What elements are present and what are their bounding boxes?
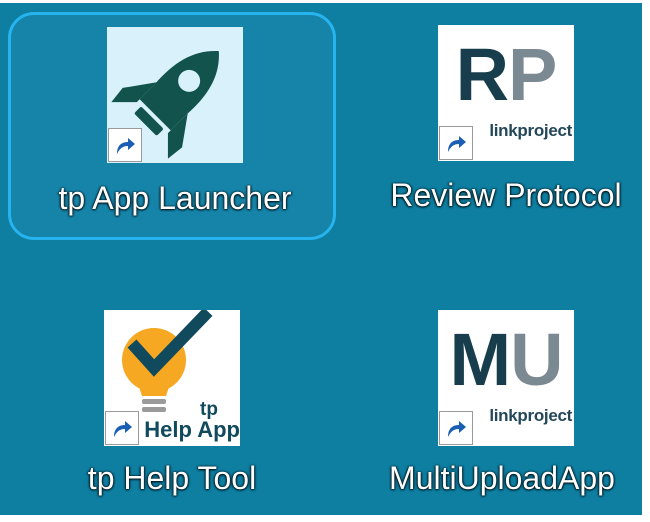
shortcut-arrow-icon [439,411,473,445]
shortcut-label: tp Help Tool [87,460,257,496]
brand-text: linkproject [489,121,572,140]
shortcut-tp-app-launcher[interactable]: tp App Launcher [8,12,336,240]
shortcut-arrow-icon [105,411,139,445]
multi-upload-logo: MU [438,318,574,402]
review-protocol-logo: RP [438,33,574,117]
logo-letter-r: R [455,33,509,116]
shortcut-tp-help-tool[interactable]: tp Help App tp Help Tool [8,302,336,502]
shortcut-arrow-icon [439,126,473,160]
brand-text: linkproject [489,406,572,425]
logo-letter-p: P [508,33,557,116]
shortcut-review-protocol[interactable]: RP linkproject Review Protocol [358,12,650,240]
frame-border-top [0,0,650,3]
logo-letter-u: U [510,318,563,401]
help-tile-app-text: Help App [144,417,240,442]
shortcut-arrow-icon [108,128,142,162]
desktop: tp App Launcher RP linkproject Review Pr… [0,0,650,522]
frame-border-right [642,0,650,522]
shortcut-label: tp App Launcher [58,180,292,216]
frame-border-bottom [0,515,650,522]
logo-letter-m: M [449,318,511,401]
shortcut-label: MultiUploadApp [389,460,615,496]
shortcut-multiuploadapp[interactable]: MU linkproject MultiUploadApp [358,302,650,502]
shortcut-label: Review Protocol [390,177,622,213]
